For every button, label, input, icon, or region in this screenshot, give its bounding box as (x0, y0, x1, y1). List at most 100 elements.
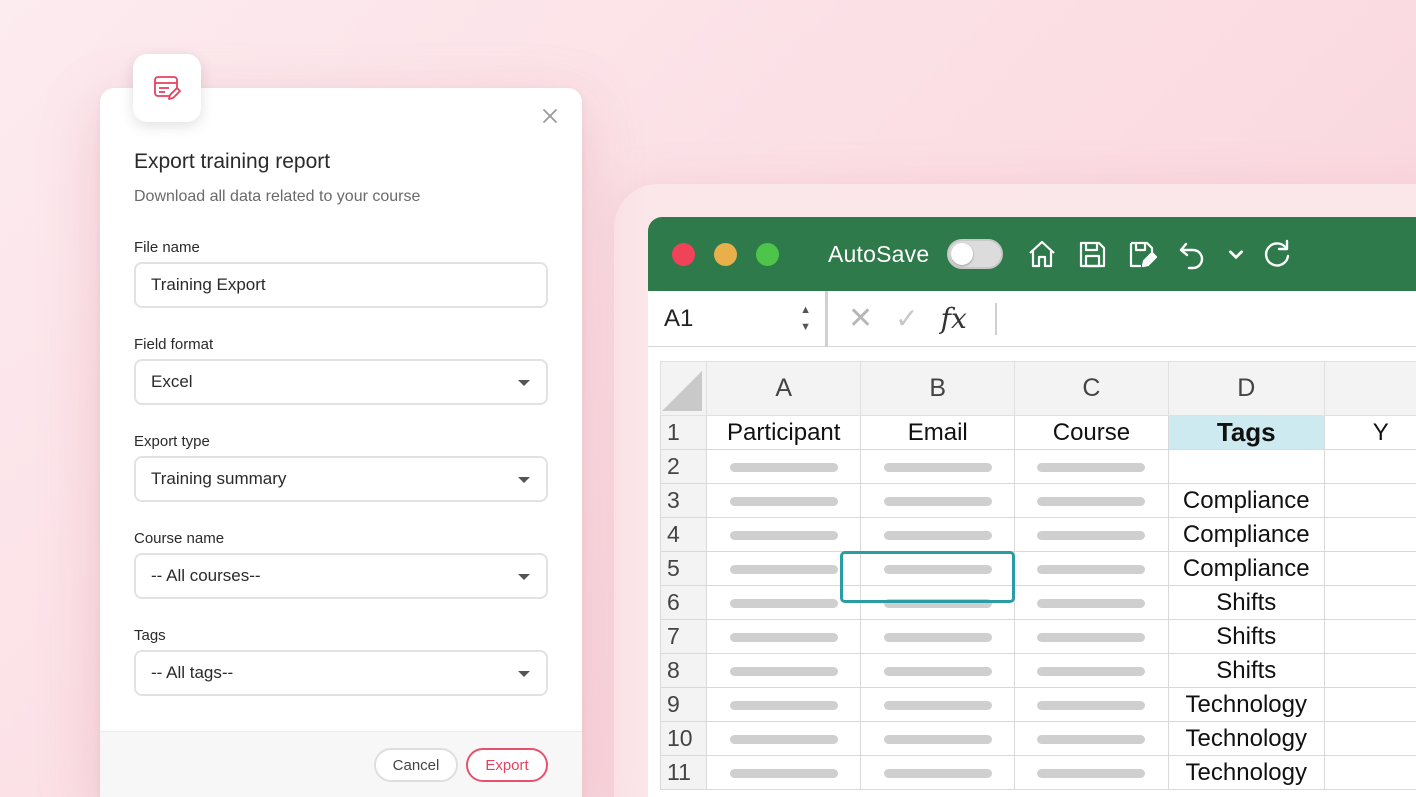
table-cell[interactable] (1014, 483, 1169, 518)
table-cell[interactable] (1323, 585, 1416, 620)
table-cell[interactable] (1014, 619, 1169, 654)
header-cell-participant[interactable]: Participant (706, 415, 862, 450)
row-header[interactable]: 4 (659, 517, 708, 552)
undo-icon[interactable] (1175, 237, 1209, 271)
table-cell[interactable] (706, 653, 862, 688)
table-cell[interactable] (706, 551, 862, 586)
table-cell[interactable] (1323, 483, 1416, 518)
table-cell[interactable] (706, 755, 862, 790)
table-cell[interactable] (860, 483, 1016, 518)
tag-cell[interactable]: Compliance (1167, 483, 1325, 518)
field-format-select[interactable]: Excel (134, 359, 548, 405)
table-cell[interactable] (1014, 585, 1169, 620)
tag-cell[interactable]: Shifts (1167, 653, 1325, 688)
row-header[interactable]: 11 (659, 755, 708, 790)
table-cell[interactable] (1014, 449, 1169, 484)
row-header[interactable]: 7 (659, 619, 708, 654)
table-cell[interactable] (706, 483, 862, 518)
placeholder-bar (883, 666, 992, 676)
cancel-button[interactable]: Cancel (374, 748, 458, 782)
file-name-input[interactable] (134, 262, 548, 308)
table-cell[interactable] (1014, 517, 1169, 552)
table-cell[interactable] (706, 585, 862, 620)
placeholder-bar (729, 530, 838, 540)
table-cell[interactable] (706, 619, 862, 654)
tag-cell[interactable]: Technology (1167, 687, 1325, 722)
table-cell[interactable] (860, 517, 1016, 552)
table-cell[interactable] (1323, 517, 1416, 552)
cancel-entry-icon[interactable]: ✕ (848, 301, 873, 336)
row-header[interactable]: 3 (659, 483, 708, 518)
confirm-entry-icon[interactable]: ✓ (895, 302, 918, 335)
column-header-a[interactable]: A (706, 361, 862, 416)
table-cell[interactable] (1014, 721, 1169, 756)
autosave-toggle-knob (951, 243, 974, 265)
select-all-corner[interactable] (659, 361, 708, 416)
insert-function-icon[interactable]: fx (941, 302, 967, 335)
chevron-down-icon[interactable] (1225, 237, 1247, 271)
table-cell[interactable] (1014, 653, 1169, 688)
column-header-d[interactable]: D (1167, 361, 1325, 416)
row-header[interactable]: 5 (659, 551, 708, 586)
column-header-c[interactable]: C (1014, 361, 1169, 416)
tag-cell[interactable]: Shifts (1167, 585, 1325, 620)
table-cell[interactable] (1323, 755, 1416, 790)
table-cell[interactable] (1323, 449, 1416, 484)
header-cell-e[interactable]: Y (1323, 415, 1416, 450)
tag-cell[interactable]: Technology (1167, 755, 1325, 790)
table-cell[interactable] (1323, 721, 1416, 756)
table-cell[interactable] (1323, 653, 1416, 688)
table-cell[interactable] (1014, 755, 1169, 790)
header-cell-email[interactable]: Email (860, 415, 1016, 450)
tag-cell[interactable]: Compliance (1167, 517, 1325, 552)
up-arrow-icon[interactable]: ▲ (800, 304, 811, 316)
table-cell[interactable] (1323, 619, 1416, 654)
column-header-b[interactable]: B (860, 361, 1016, 416)
close-window-button[interactable] (672, 242, 695, 266)
tags-select[interactable]: -- All tags-- (134, 650, 548, 696)
table-cell[interactable] (860, 585, 1016, 620)
home-icon[interactable] (1025, 237, 1059, 271)
autosave-toggle[interactable] (947, 239, 1004, 269)
save-icon[interactable] (1075, 237, 1109, 271)
minimize-window-button[interactable] (714, 242, 737, 266)
course-name-select[interactable]: -- All courses-- (134, 553, 548, 599)
tag-cell[interactable]: Shifts (1167, 619, 1325, 654)
row-header[interactable]: 1 (659, 415, 708, 450)
table-cell[interactable] (860, 721, 1016, 756)
table-cell[interactable] (1323, 687, 1416, 722)
tag-cell[interactable]: Technology (1167, 721, 1325, 756)
export-button[interactable]: Export (466, 748, 548, 782)
row-header[interactable]: 8 (659, 653, 708, 688)
table-cell[interactable] (1323, 551, 1416, 586)
save-as-icon[interactable] (1125, 237, 1159, 271)
row-header[interactable]: 2 (659, 449, 708, 484)
table-cell[interactable] (706, 721, 862, 756)
table-cell[interactable] (860, 551, 1016, 586)
redo-icon[interactable] (1259, 237, 1293, 271)
tag-cell[interactable] (1167, 449, 1325, 484)
row-header[interactable]: 9 (659, 687, 708, 722)
table-cell[interactable] (706, 517, 862, 552)
table-cell[interactable] (860, 755, 1016, 790)
row-header[interactable]: 6 (659, 585, 708, 620)
table-cell[interactable] (706, 687, 862, 722)
name-box[interactable]: A1 ▲ ▼ (648, 290, 828, 347)
name-box-stepper[interactable]: ▲ ▼ (800, 304, 811, 333)
column-header-e[interactable] (1323, 361, 1416, 416)
tag-cell[interactable]: Compliance (1167, 551, 1325, 586)
table-cell[interactable] (1014, 551, 1169, 586)
table-cell[interactable] (706, 449, 862, 484)
table-cell[interactable] (860, 449, 1016, 484)
export-type-select[interactable]: Training summary (134, 456, 548, 502)
header-cell-tags[interactable]: Tags (1167, 415, 1325, 450)
table-cell[interactable] (860, 653, 1016, 688)
close-dialog-button[interactable] (542, 108, 562, 128)
row-header[interactable]: 10 (659, 721, 708, 756)
zoom-window-button[interactable] (756, 242, 779, 266)
table-cell[interactable] (860, 619, 1016, 654)
header-cell-course[interactable]: Course (1014, 415, 1169, 450)
down-arrow-icon[interactable]: ▼ (800, 321, 811, 333)
table-cell[interactable] (1014, 687, 1169, 722)
table-cell[interactable] (860, 687, 1016, 722)
